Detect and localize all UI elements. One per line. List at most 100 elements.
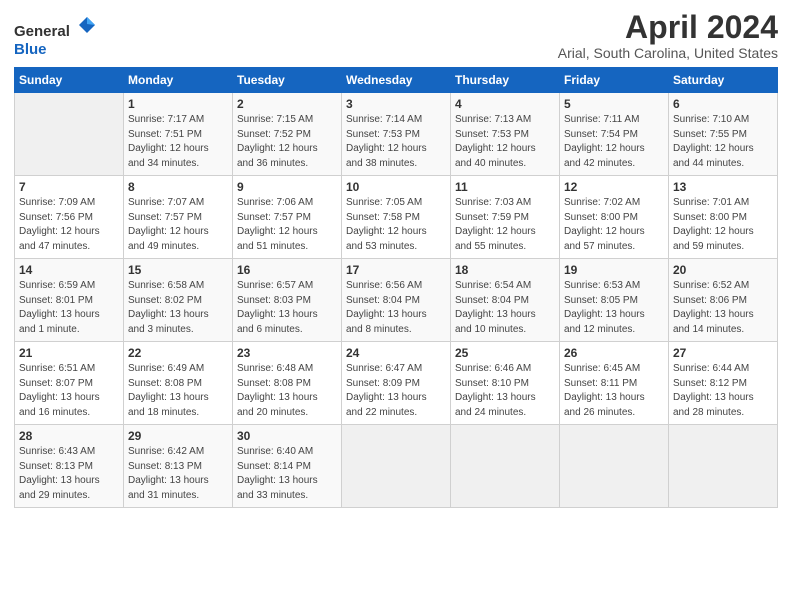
calendar-cell: 1 Sunrise: 7:17 AM Sunset: 7:51 PM Daylig… xyxy=(124,93,233,176)
day-info: Sunrise: 6:58 AM Sunset: 8:02 PM Dayligh… xyxy=(128,279,228,337)
day-info: Sunrise: 6:43 AM Sunset: 8:13 PM Dayligh… xyxy=(19,445,119,503)
day-number: 2 xyxy=(237,97,337,111)
day-info: Sunrise: 7:11 AM Sunset: 7:54 PM Dayligh… xyxy=(564,113,664,171)
page: General Blue April 2024 Arial, South Car… xyxy=(0,0,792,612)
calendar-cell: 23 Sunrise: 6:48 AM Sunset: 8:08 PM Dayli… xyxy=(233,342,342,425)
calendar-cell: 30Sunrise: 6:40 AM Sunset: 8:14 PM Dayli… xyxy=(233,425,342,508)
calendar-cell: 14Sunrise: 6:59 AM Sunset: 8:01 PM Dayli… xyxy=(15,259,124,342)
day-info: Sunrise: 7:10 AM Sunset: 7:55 PM Dayligh… xyxy=(673,113,773,171)
day-number: 22 xyxy=(128,346,228,360)
day-number: 8 xyxy=(128,180,228,194)
calendar-week-2: 7Sunrise: 7:09 AM Sunset: 7:56 PM Daylig… xyxy=(15,176,778,259)
calendar-cell: 6Sunrise: 7:10 AM Sunset: 7:55 PM Daylig… xyxy=(669,93,778,176)
calendar-cell: 7Sunrise: 7:09 AM Sunset: 7:56 PM Daylig… xyxy=(15,176,124,259)
col-saturday: Saturday xyxy=(669,68,778,93)
calendar-cell: 15 Sunrise: 6:58 AM Sunset: 8:02 PM Dayli… xyxy=(124,259,233,342)
calendar-table: Sunday Monday Tuesday Wednesday Thursday… xyxy=(14,67,778,508)
logo-text: General Blue xyxy=(14,14,98,59)
col-monday: Monday xyxy=(124,68,233,93)
col-thursday: Thursday xyxy=(451,68,560,93)
day-info: Sunrise: 7:07 AM Sunset: 7:57 PM Dayligh… xyxy=(128,196,228,254)
day-info: Sunrise: 7:15 AM Sunset: 7:52 PM Dayligh… xyxy=(237,113,337,171)
day-info: Sunrise: 6:52 AM Sunset: 8:06 PM Dayligh… xyxy=(673,279,773,337)
day-number: 4 xyxy=(455,97,555,111)
day-info: Sunrise: 6:47 AM Sunset: 8:09 PM Dayligh… xyxy=(346,362,446,420)
calendar-cell: 9Sunrise: 7:06 AM Sunset: 7:57 PM Daylig… xyxy=(233,176,342,259)
calendar-cell: 18 Sunrise: 6:54 AM Sunset: 8:04 PM Dayli… xyxy=(451,259,560,342)
day-number: 21 xyxy=(19,346,119,360)
day-info: Sunrise: 6:48 AM Sunset: 8:08 PM Dayligh… xyxy=(237,362,337,420)
day-info: Sunrise: 6:45 AM Sunset: 8:11 PM Dayligh… xyxy=(564,362,664,420)
col-tuesday: Tuesday xyxy=(233,68,342,93)
day-info: Sunrise: 6:53 AM Sunset: 8:05 PM Dayligh… xyxy=(564,279,664,337)
calendar-cell: 2 Sunrise: 7:15 AM Sunset: 7:52 PM Daylig… xyxy=(233,93,342,176)
header-area: General Blue April 2024 Arial, South Car… xyxy=(14,10,778,61)
day-number: 19 xyxy=(564,263,664,277)
calendar-cell: 19 Sunrise: 6:53 AM Sunset: 8:05 PM Dayli… xyxy=(560,259,669,342)
day-number: 9 xyxy=(237,180,337,194)
day-number: 24 xyxy=(346,346,446,360)
calendar-cell: 28Sunrise: 6:43 AM Sunset: 8:13 PM Dayli… xyxy=(15,425,124,508)
calendar-cell xyxy=(560,425,669,508)
day-number: 12 xyxy=(564,180,664,194)
day-number: 1 xyxy=(128,97,228,111)
day-info: Sunrise: 6:46 AM Sunset: 8:10 PM Dayligh… xyxy=(455,362,555,420)
calendar-cell: 21 Sunrise: 6:51 AM Sunset: 8:07 PM Dayli… xyxy=(15,342,124,425)
col-friday: Friday xyxy=(560,68,669,93)
calendar-week-4: 21 Sunrise: 6:51 AM Sunset: 8:07 PM Dayli… xyxy=(15,342,778,425)
calendar-cell: 27Sunrise: 6:44 AM Sunset: 8:12 PM Dayli… xyxy=(669,342,778,425)
calendar-cell: 16Sunrise: 6:57 AM Sunset: 8:03 PM Dayli… xyxy=(233,259,342,342)
logo-icon xyxy=(76,14,98,36)
day-info: Sunrise: 7:09 AM Sunset: 7:56 PM Dayligh… xyxy=(19,196,119,254)
calendar-cell: 5 Sunrise: 7:11 AM Sunset: 7:54 PM Daylig… xyxy=(560,93,669,176)
day-info: Sunrise: 7:01 AM Sunset: 8:00 PM Dayligh… xyxy=(673,196,773,254)
day-info: Sunrise: 6:42 AM Sunset: 8:13 PM Dayligh… xyxy=(128,445,228,503)
day-number: 18 xyxy=(455,263,555,277)
calendar-header-row: Sunday Monday Tuesday Wednesday Thursday… xyxy=(15,68,778,93)
calendar-cell xyxy=(342,425,451,508)
calendar-week-3: 14Sunrise: 6:59 AM Sunset: 8:01 PM Dayli… xyxy=(15,259,778,342)
day-number: 10 xyxy=(346,180,446,194)
calendar-cell: 26 Sunrise: 6:45 AM Sunset: 8:11 PM Dayli… xyxy=(560,342,669,425)
day-info: Sunrise: 6:40 AM Sunset: 8:14 PM Dayligh… xyxy=(237,445,337,503)
day-number: 17 xyxy=(346,263,446,277)
day-info: Sunrise: 6:49 AM Sunset: 8:08 PM Dayligh… xyxy=(128,362,228,420)
calendar-week-5: 28Sunrise: 6:43 AM Sunset: 8:13 PM Dayli… xyxy=(15,425,778,508)
logo-blue: Blue xyxy=(14,41,47,58)
col-sunday: Sunday xyxy=(15,68,124,93)
calendar-cell: 17Sunrise: 6:56 AM Sunset: 8:04 PM Dayli… xyxy=(342,259,451,342)
day-info: Sunrise: 7:17 AM Sunset: 7:51 PM Dayligh… xyxy=(128,113,228,171)
day-number: 5 xyxy=(564,97,664,111)
calendar-cell: 12Sunrise: 7:02 AM Sunset: 8:00 PM Dayli… xyxy=(560,176,669,259)
calendar-cell xyxy=(669,425,778,508)
calendar-cell xyxy=(15,93,124,176)
day-number: 3 xyxy=(346,97,446,111)
day-number: 11 xyxy=(455,180,555,194)
calendar-cell: 20Sunrise: 6:52 AM Sunset: 8:06 PM Dayli… xyxy=(669,259,778,342)
col-wednesday: Wednesday xyxy=(342,68,451,93)
day-info: Sunrise: 6:44 AM Sunset: 8:12 PM Dayligh… xyxy=(673,362,773,420)
main-title: April 2024 xyxy=(558,10,778,45)
day-number: 14 xyxy=(19,263,119,277)
day-number: 15 xyxy=(128,263,228,277)
calendar-cell: 13 Sunrise: 7:01 AM Sunset: 8:00 PM Dayli… xyxy=(669,176,778,259)
day-number: 29 xyxy=(128,429,228,443)
day-info: Sunrise: 7:05 AM Sunset: 7:58 PM Dayligh… xyxy=(346,196,446,254)
calendar-cell: 4 Sunrise: 7:13 AM Sunset: 7:53 PM Daylig… xyxy=(451,93,560,176)
subtitle: Arial, South Carolina, United States xyxy=(558,45,778,61)
day-info: Sunrise: 6:54 AM Sunset: 8:04 PM Dayligh… xyxy=(455,279,555,337)
calendar-week-1: 1 Sunrise: 7:17 AM Sunset: 7:51 PM Daylig… xyxy=(15,93,778,176)
day-number: 13 xyxy=(673,180,773,194)
calendar-cell: 8 Sunrise: 7:07 AM Sunset: 7:57 PM Daylig… xyxy=(124,176,233,259)
calendar-cell: 22 Sunrise: 6:49 AM Sunset: 8:08 PM Dayli… xyxy=(124,342,233,425)
day-info: Sunrise: 7:13 AM Sunset: 7:53 PM Dayligh… xyxy=(455,113,555,171)
title-area: April 2024 Arial, South Carolina, United… xyxy=(558,10,778,61)
day-info: Sunrise: 6:51 AM Sunset: 8:07 PM Dayligh… xyxy=(19,362,119,420)
day-number: 23 xyxy=(237,346,337,360)
day-number: 16 xyxy=(237,263,337,277)
calendar-cell xyxy=(451,425,560,508)
day-number: 26 xyxy=(564,346,664,360)
logo: General Blue xyxy=(14,14,98,59)
calendar-cell: 25Sunrise: 6:46 AM Sunset: 8:10 PM Dayli… xyxy=(451,342,560,425)
calendar-cell: 11Sunrise: 7:03 AM Sunset: 7:59 PM Dayli… xyxy=(451,176,560,259)
